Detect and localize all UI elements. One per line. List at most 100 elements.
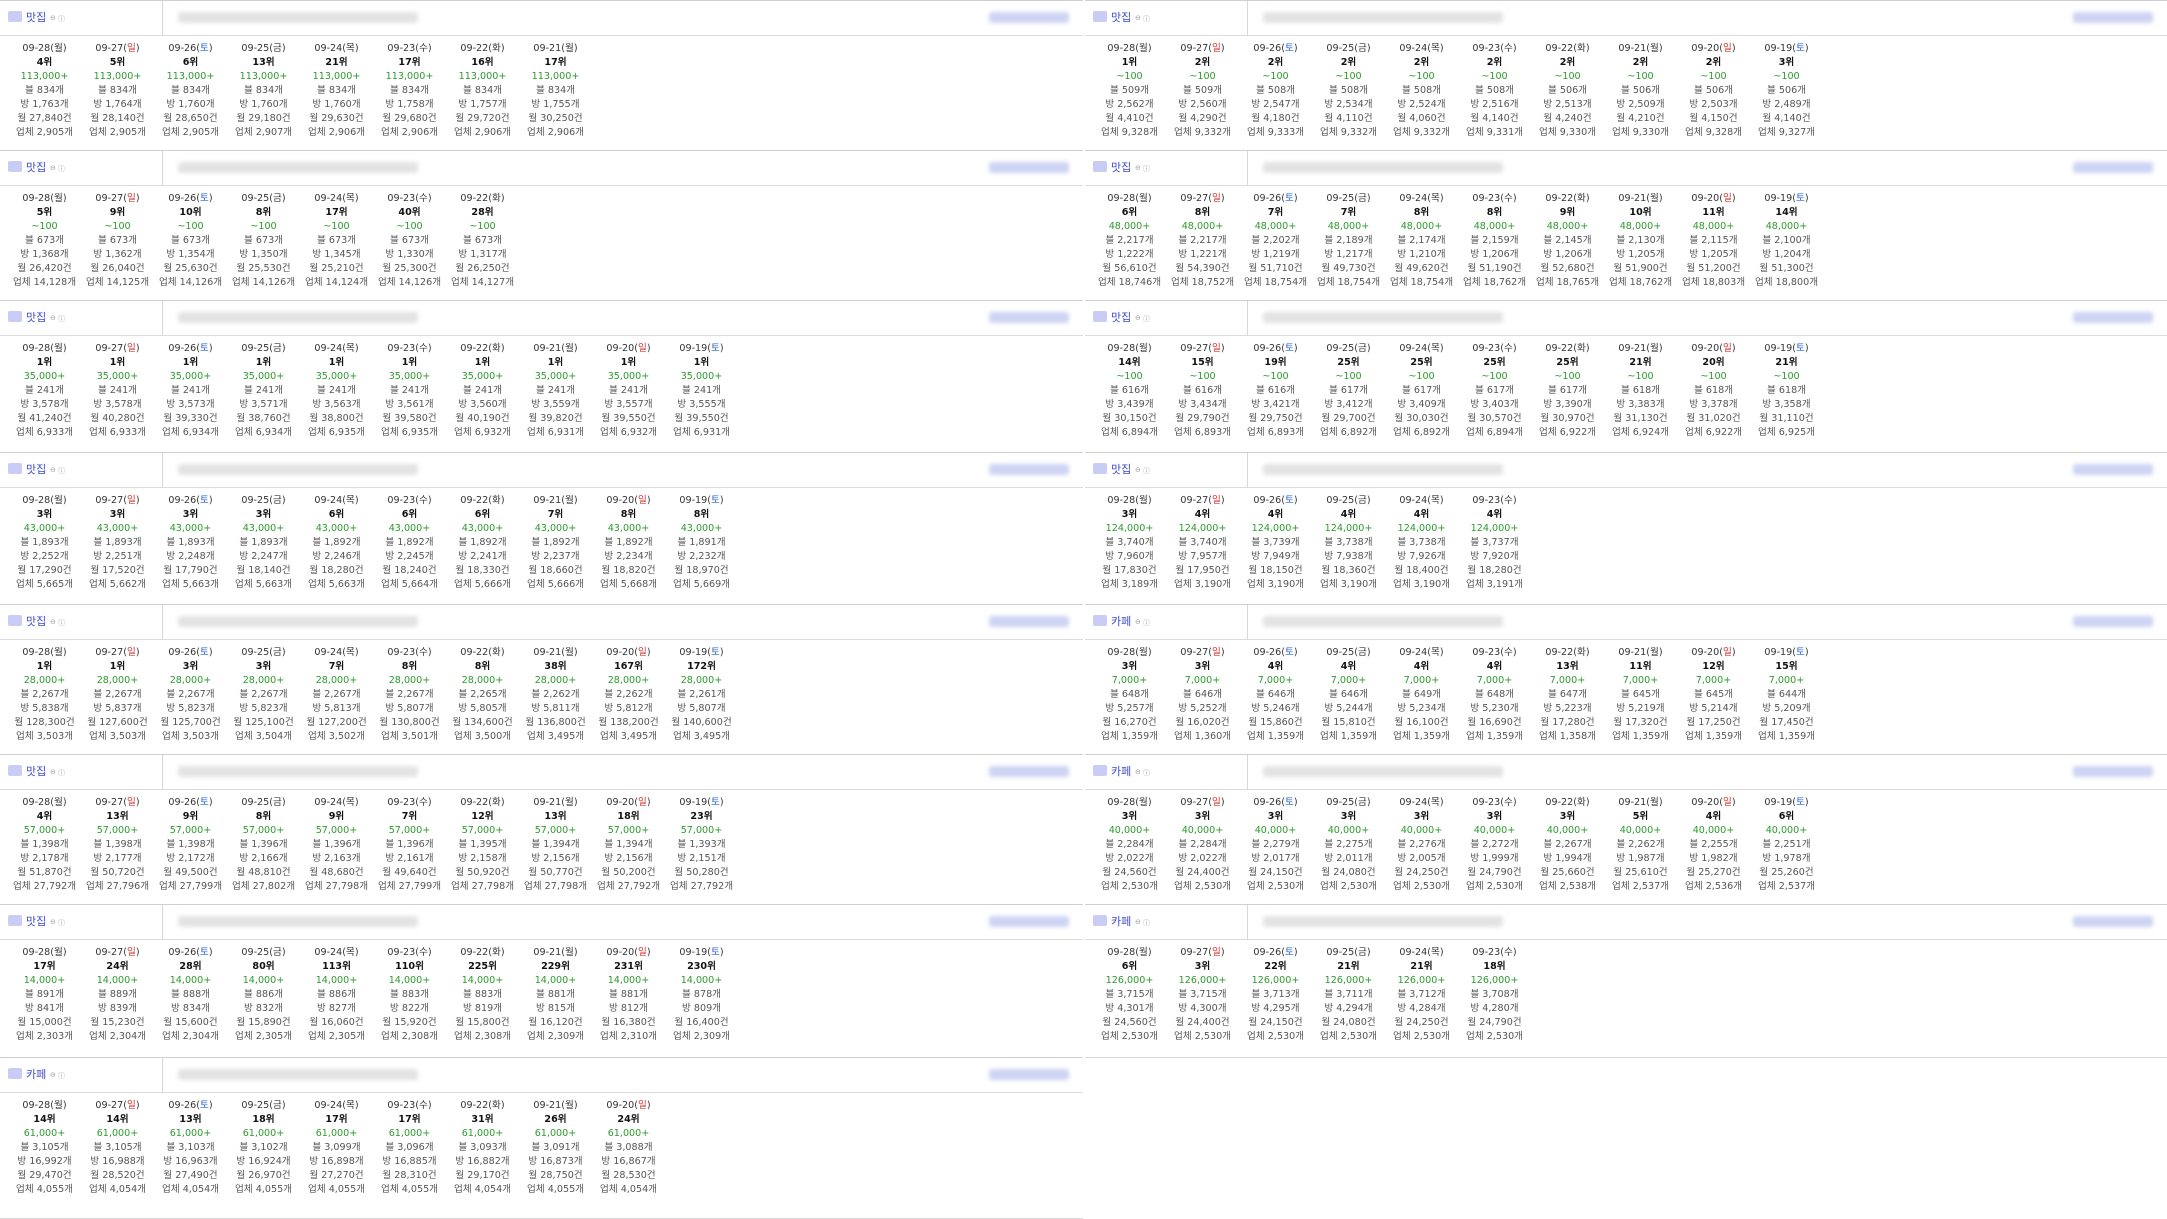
info-icon[interactable]: ⓘ <box>58 768 65 778</box>
category-label[interactable]: 맛집 <box>26 763 46 779</box>
business-count: 업체 2,906개 <box>308 127 365 138</box>
place-name-redacted[interactable] <box>2073 464 2153 475</box>
minus-icon[interactable]: ⊖ <box>1135 14 1141 22</box>
weekday-label: 금 <box>1358 647 1367 658</box>
price-range: ~100 <box>1335 371 1362 382</box>
place-name-redacted[interactable] <box>989 916 1069 927</box>
info-icon[interactable]: ⓘ <box>58 918 65 928</box>
info-icon[interactable]: ⓘ <box>58 14 65 24</box>
place-name-redacted[interactable] <box>989 616 1069 627</box>
blog-review-count: 블 1,398개 <box>20 839 69 850</box>
category-label[interactable]: 카페 <box>1111 763 1131 779</box>
minus-icon[interactable]: ⊖ <box>50 164 56 172</box>
info-icon[interactable]: ⓘ <box>1143 466 1150 476</box>
place-url-redacted[interactable] <box>1263 464 1503 475</box>
place-url-redacted[interactable] <box>178 616 418 627</box>
day-column: 09-28(월) 3위 124,000+ 블 3,740개 방 7,960개 월 17,8… <box>1093 494 1166 592</box>
place-url-redacted[interactable] <box>178 766 418 777</box>
category-label[interactable]: 카페 <box>26 1066 46 1082</box>
blog-review-count: 블 834개 <box>535 85 575 96</box>
category-label[interactable]: 맛집 <box>26 159 46 175</box>
category-label[interactable]: 맛집 <box>1111 159 1131 175</box>
place-name-redacted[interactable] <box>2073 162 2153 173</box>
daily-rank-table: 09-28(월) 6위 126,000+ 블 3,715개 방 4,301개 월 24,5… <box>1093 946 1531 1044</box>
category-label[interactable]: 맛집 <box>1111 309 1131 325</box>
rank-value: 4위 <box>1340 661 1357 672</box>
info-icon[interactable]: ⓘ <box>58 314 65 324</box>
info-icon[interactable]: ⓘ <box>1143 918 1150 928</box>
weekday-label: 일 <box>1723 193 1732 204</box>
place-name-redacted[interactable] <box>989 766 1069 777</box>
minus-icon[interactable]: ⊖ <box>50 768 56 776</box>
place-url-redacted[interactable] <box>178 916 418 927</box>
place-name-redacted[interactable] <box>989 312 1069 323</box>
place-url-redacted[interactable] <box>178 162 418 173</box>
info-icon[interactable]: ⓘ <box>1143 768 1150 778</box>
rank-value: 24위 <box>106 961 129 972</box>
place-name-redacted[interactable] <box>2073 12 2153 23</box>
place-url-redacted[interactable] <box>1263 162 1503 173</box>
business-count: 업체 2,303개 <box>16 1031 73 1042</box>
date-value: 09-23 <box>387 343 416 354</box>
place-name-redacted[interactable] <box>989 12 1069 23</box>
place-url-redacted[interactable] <box>178 12 418 23</box>
place-name-redacted[interactable] <box>2073 916 2153 927</box>
category-label[interactable]: 카페 <box>1111 913 1131 929</box>
info-icon[interactable]: ⓘ <box>58 466 65 476</box>
category-label[interactable]: 맛집 <box>1111 461 1131 477</box>
minus-icon[interactable]: ⊖ <box>50 14 56 22</box>
minus-icon[interactable]: ⊖ <box>50 918 56 926</box>
business-count: 업체 2,309개 <box>673 1031 730 1042</box>
category-label[interactable]: 맛집 <box>1111 9 1131 25</box>
info-icon[interactable]: ⓘ <box>1143 314 1150 324</box>
business-count: 업체 2,530개 <box>1174 1031 1231 1042</box>
category-label[interactable]: 맛집 <box>26 461 46 477</box>
place-name-redacted[interactable] <box>989 464 1069 475</box>
minus-icon[interactable]: ⊖ <box>1135 314 1141 322</box>
info-icon[interactable]: ⓘ <box>1143 14 1150 24</box>
rank-value: 7위 <box>328 661 345 672</box>
price-range: 28,000+ <box>169 675 212 686</box>
place-url-redacted[interactable] <box>178 1069 418 1080</box>
place-url-redacted[interactable] <box>1263 616 1503 627</box>
place-name-redacted[interactable] <box>2073 312 2153 323</box>
blog-review-count: 블 883개 <box>462 989 502 1000</box>
place-name-redacted[interactable] <box>989 162 1069 173</box>
category-label[interactable]: 맛집 <box>26 913 46 929</box>
place-url-redacted[interactable] <box>1263 766 1503 777</box>
info-icon[interactable]: ⓘ <box>1143 164 1150 174</box>
minus-icon[interactable]: ⊖ <box>50 314 56 322</box>
minus-icon[interactable]: ⊖ <box>50 618 56 626</box>
place-url-redacted[interactable] <box>1263 312 1503 323</box>
info-icon[interactable]: ⓘ <box>58 618 65 628</box>
place-name-redacted[interactable] <box>2073 766 2153 777</box>
minus-icon[interactable]: ⊖ <box>1135 918 1141 926</box>
place-url-redacted[interactable] <box>1263 12 1503 23</box>
daily-rank-table: 09-28(월) 14위 61,000+ 블 3,105개 방 16,992개 월 29,… <box>8 1099 665 1197</box>
day-column: 09-24(목) 4위 124,000+ 블 3,738개 방 7,926개 월 18,4… <box>1385 494 1458 592</box>
minus-icon[interactable]: ⊖ <box>1135 618 1141 626</box>
place-url-redacted[interactable] <box>178 312 418 323</box>
category-label[interactable]: 카페 <box>1111 613 1131 629</box>
info-icon[interactable]: ⓘ <box>58 1071 65 1081</box>
minus-icon[interactable]: ⊖ <box>1135 164 1141 172</box>
visitor-review-count: 방 1,206개 <box>1470 249 1519 260</box>
date-value: 09-19 <box>679 797 708 808</box>
minus-icon[interactable]: ⊖ <box>50 1071 56 1079</box>
visitor-review-count: 방 2,234개 <box>604 551 653 562</box>
category-label[interactable]: 맛집 <box>26 613 46 629</box>
place-url-redacted[interactable] <box>1263 916 1503 927</box>
minus-icon[interactable]: ⊖ <box>50 466 56 474</box>
price-range: 113,000+ <box>312 71 361 82</box>
info-icon[interactable]: ⓘ <box>58 164 65 174</box>
rank-value: 40위 <box>398 207 421 218</box>
price-range: 14,000+ <box>242 975 285 986</box>
minus-icon[interactable]: ⊖ <box>1135 466 1141 474</box>
info-icon[interactable]: ⓘ <box>1143 618 1150 628</box>
category-label[interactable]: 맛집 <box>26 9 46 25</box>
place-name-redacted[interactable] <box>2073 616 2153 627</box>
place-name-redacted[interactable] <box>989 1069 1069 1080</box>
place-url-redacted[interactable] <box>178 464 418 475</box>
minus-icon[interactable]: ⊖ <box>1135 768 1141 776</box>
category-label[interactable]: 맛집 <box>26 309 46 325</box>
